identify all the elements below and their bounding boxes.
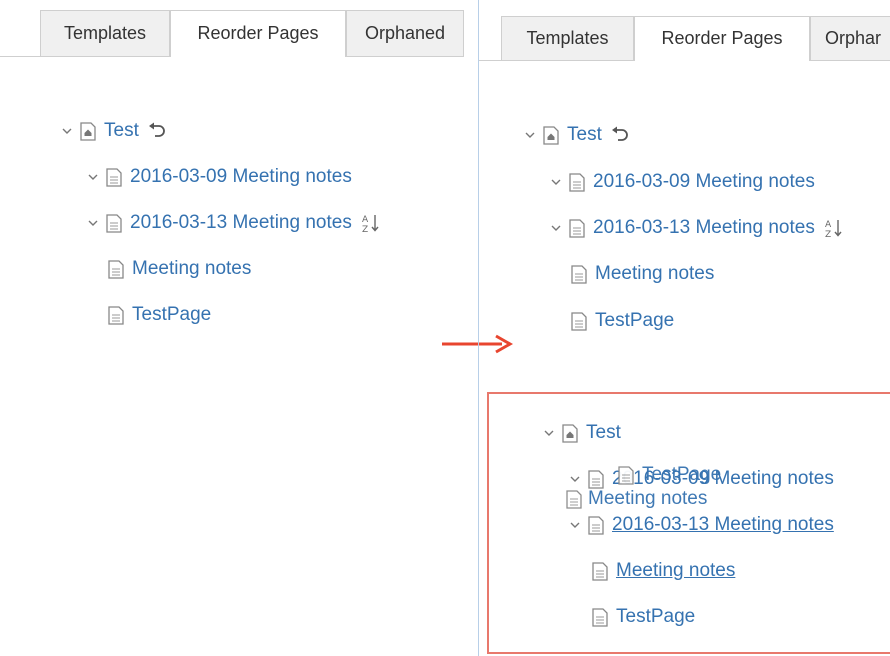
tree-node-grandchild-2[interactable]: TestPage bbox=[571, 308, 674, 334]
svg-text:Z: Z bbox=[825, 230, 831, 238]
tree-node-label[interactable]: Meeting notes bbox=[588, 488, 707, 510]
tab-templates[interactable]: Templates bbox=[40, 10, 170, 56]
drag-tree-node-grandchild-2[interactable]: TestPage bbox=[592, 604, 695, 630]
tree-node-child-2[interactable]: 2016-03-13 Meeting notes AZ bbox=[549, 215, 845, 241]
tree-node-label[interactable]: TestPage bbox=[132, 304, 211, 326]
tree-node-label[interactable]: Test bbox=[567, 124, 602, 146]
sort-alpha-icon[interactable]: AZ bbox=[360, 213, 382, 233]
tree-node-child-2[interactable]: 2016-03-13 Meeting notes AZ bbox=[86, 210, 382, 236]
chevron-down-icon[interactable] bbox=[60, 127, 74, 135]
chevron-down-icon[interactable] bbox=[86, 219, 100, 227]
page-icon bbox=[592, 607, 608, 627]
chevron-down-icon[interactable] bbox=[549, 224, 563, 232]
drag-tree-node-root[interactable]: Test bbox=[542, 420, 621, 446]
page-icon bbox=[571, 264, 587, 284]
home-page-icon bbox=[543, 125, 559, 145]
tab-orphaned[interactable]: Orphaned bbox=[346, 10, 464, 56]
tree-node-label[interactable]: Meeting notes bbox=[595, 263, 714, 285]
page-icon bbox=[571, 311, 587, 331]
svg-text:A: A bbox=[362, 215, 369, 225]
sort-alpha-icon[interactable]: AZ bbox=[823, 218, 845, 238]
tree-node-label[interactable]: 2016-03-13 Meeting notes bbox=[612, 514, 834, 536]
tree-node-label[interactable]: 2016-03-09 Meeting notes bbox=[130, 166, 352, 188]
page-icon bbox=[566, 489, 582, 509]
tree-node-root[interactable]: Test bbox=[523, 122, 630, 148]
home-page-icon bbox=[80, 121, 96, 141]
page-icon bbox=[569, 218, 585, 238]
tab-bar: Templates Reorder Pages Orphaned bbox=[0, 10, 464, 57]
left-panel-before: Templates Reorder Pages Orphaned Test 20… bbox=[0, 0, 464, 656]
chevron-down-icon[interactable] bbox=[542, 429, 556, 437]
tab-reorder-pages[interactable]: Reorder Pages bbox=[170, 10, 346, 57]
tab-reorder-pages[interactable]: Reorder Pages bbox=[634, 16, 810, 61]
page-icon bbox=[106, 213, 122, 233]
tab-orphaned[interactable]: Orphar bbox=[810, 16, 890, 60]
tree-node-grandchild-1[interactable]: Meeting notes bbox=[108, 256, 251, 282]
tree-node-label[interactable]: 2016-03-13 Meeting notes bbox=[130, 212, 352, 234]
tree-node-label[interactable]: TestPage bbox=[642, 464, 721, 486]
chevron-down-icon[interactable] bbox=[549, 178, 563, 186]
tree-node-label[interactable]: TestPage bbox=[616, 606, 695, 628]
page-icon bbox=[618, 465, 634, 485]
tree-node-label[interactable]: Meeting notes bbox=[132, 258, 251, 280]
drag-tree-node-child-2[interactable]: 2016-03-13 Meeting notes bbox=[568, 512, 834, 538]
svg-text:A: A bbox=[825, 220, 832, 230]
undo-icon[interactable] bbox=[147, 122, 167, 140]
drag-tree-node-grandchild-1[interactable]: Meeting notes bbox=[592, 558, 735, 584]
tree-node-label[interactable]: 2016-03-09 Meeting notes bbox=[593, 171, 815, 193]
home-page-icon bbox=[562, 423, 578, 443]
tree-node-child-1[interactable]: 2016-03-09 Meeting notes bbox=[86, 164, 352, 190]
tree-node-grandchild-1[interactable]: Meeting notes bbox=[571, 261, 714, 287]
page-icon bbox=[108, 259, 124, 279]
page-icon bbox=[106, 167, 122, 187]
tree-node-label[interactable]: Test bbox=[104, 120, 139, 142]
page-icon bbox=[588, 515, 604, 535]
tree-node-label[interactable]: Test bbox=[586, 422, 621, 444]
tab-bar: Templates Reorder Pages Orphar bbox=[479, 16, 890, 61]
tree-node-label[interactable]: Meeting notes bbox=[616, 560, 735, 582]
tree-node-grandchild-2[interactable]: TestPage bbox=[108, 302, 211, 328]
chevron-down-icon[interactable] bbox=[568, 521, 582, 529]
chevron-down-icon[interactable] bbox=[86, 173, 100, 181]
tree-node-root[interactable]: Test bbox=[60, 118, 167, 144]
undo-icon[interactable] bbox=[610, 126, 630, 144]
tab-templates[interactable]: Templates bbox=[501, 16, 634, 60]
drag-ghost-meeting-notes[interactable]: Meeting notes bbox=[566, 486, 707, 512]
drag-ghost-testpage[interactable]: TestPage bbox=[618, 462, 721, 488]
tree-node-label[interactable]: 2016-03-13 Meeting notes bbox=[593, 217, 815, 239]
page-icon bbox=[592, 561, 608, 581]
page-icon bbox=[108, 305, 124, 325]
tree-node-child-1[interactable]: 2016-03-09 Meeting notes bbox=[549, 169, 815, 195]
tree-node-label[interactable]: TestPage bbox=[595, 310, 674, 332]
svg-text:Z: Z bbox=[362, 225, 368, 233]
chevron-down-icon[interactable] bbox=[568, 475, 582, 483]
page-icon bbox=[569, 172, 585, 192]
chevron-down-icon[interactable] bbox=[523, 131, 537, 139]
